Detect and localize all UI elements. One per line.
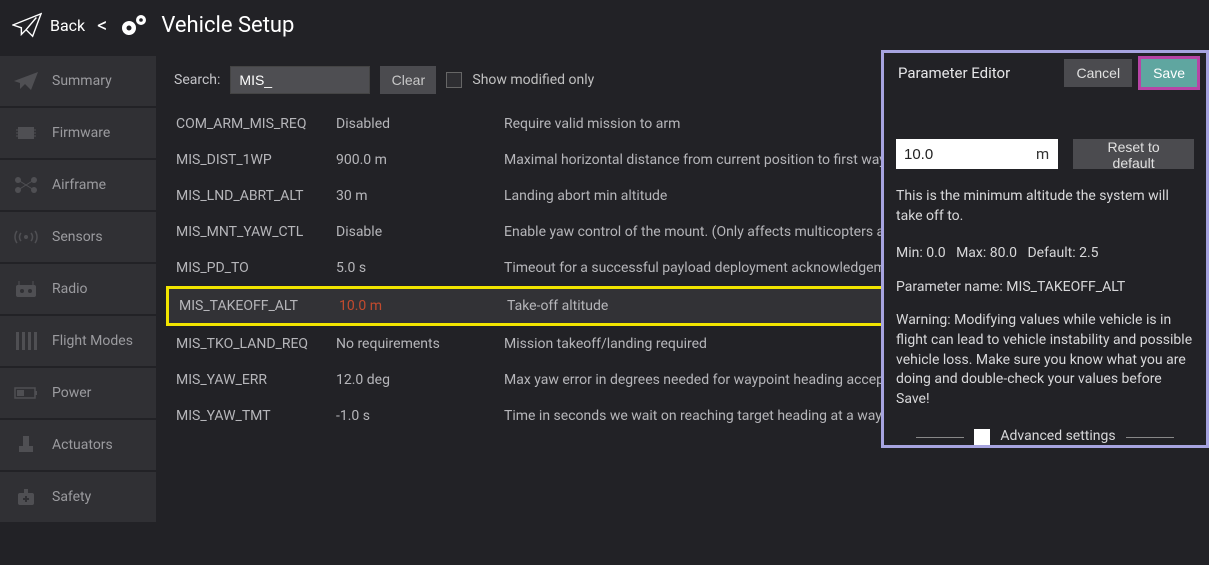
param-value: Disabled xyxy=(336,116,504,132)
sliders-icon xyxy=(10,325,42,357)
param-value: No requirements xyxy=(336,336,504,352)
param-name: MIS_MNT_YAW_CTL xyxy=(176,224,336,240)
sidebar-item-label: Radio xyxy=(52,281,88,297)
cancel-button[interactable]: Cancel xyxy=(1064,59,1132,87)
sidebar-item-label: Power xyxy=(52,385,91,401)
airframe-icon xyxy=(10,169,42,201)
param-warning: Warning: Modifying values while vehicle … xyxy=(896,311,1194,409)
sensors-icon xyxy=(10,221,42,253)
battery-icon xyxy=(10,377,42,409)
param-value: 30 m xyxy=(336,188,504,204)
param-name: MIS_YAW_TMT xyxy=(176,408,336,424)
clear-button[interactable]: Clear xyxy=(380,66,436,94)
sidebar-item-label: Safety xyxy=(52,489,91,505)
save-button[interactable]: Save xyxy=(1138,56,1200,90)
param-name: COM_ARM_MIS_REQ xyxy=(176,116,336,132)
param-name: MIS_YAW_ERR xyxy=(176,372,336,388)
gears-icon xyxy=(119,12,149,38)
sidebar-item-label: Sensors xyxy=(52,229,103,245)
sidebar-item-power[interactable]: Power xyxy=(0,368,156,418)
param-name: MIS_TKO_LAND_REQ xyxy=(176,336,336,352)
parameter-editor-panel: Parameter Editor Cancel Save m Reset to … xyxy=(881,50,1209,448)
advanced-settings-checkbox[interactable] xyxy=(974,429,990,445)
param-name: MIS_PD_TO xyxy=(176,260,336,276)
param-name: MIS_DIST_1WP xyxy=(176,152,336,168)
param-value: 10.0 m xyxy=(339,298,507,314)
radio-icon xyxy=(10,273,42,305)
param-value: Disable xyxy=(336,224,504,240)
sidebar-item-flight-modes[interactable]: Flight Modes xyxy=(0,316,156,366)
page-title: Vehicle Setup xyxy=(161,13,294,38)
sidebar-item-label: Summary xyxy=(52,73,112,89)
advanced-settings-label: Advanced settings xyxy=(1000,427,1115,447)
sidebar: Summary Firmware Airframe Sensors Radio … xyxy=(0,50,156,565)
sidebar-item-airframe[interactable]: Airframe xyxy=(0,160,156,210)
safety-icon xyxy=(10,481,42,513)
value-input[interactable] xyxy=(896,139,1058,169)
show-modified-label: Show modified only xyxy=(472,72,594,88)
sidebar-item-actuators[interactable]: Actuators xyxy=(0,420,156,470)
sidebar-item-label: Flight Modes xyxy=(52,333,133,349)
sidebar-item-sensors[interactable]: Sensors xyxy=(0,212,156,262)
topbar: Back < Vehicle Setup xyxy=(0,0,1209,50)
sidebar-item-label: Airframe xyxy=(52,177,106,193)
back-button[interactable]: Back xyxy=(50,16,85,35)
sidebar-item-summary[interactable]: Summary xyxy=(0,56,156,106)
search-input[interactable] xyxy=(230,66,370,94)
paper-plane-icon xyxy=(12,11,42,39)
back-chevron-icon: < xyxy=(97,13,107,37)
param-value: 900.0 m xyxy=(336,152,504,168)
editor-title: Parameter Editor xyxy=(898,64,1058,82)
show-modified-checkbox[interactable] xyxy=(446,72,462,88)
value-unit: m xyxy=(1036,144,1049,165)
actuators-icon xyxy=(10,429,42,461)
param-value: 12.0 deg xyxy=(336,372,504,388)
sidebar-item-label: Firmware xyxy=(52,125,110,141)
chip-icon xyxy=(10,117,42,149)
search-label: Search: xyxy=(174,72,220,88)
sidebar-item-firmware[interactable]: Firmware xyxy=(0,108,156,158)
sidebar-item-radio[interactable]: Radio xyxy=(0,264,156,314)
sidebar-item-label: Actuators xyxy=(52,437,113,453)
advanced-settings-row: Advanced settings xyxy=(896,427,1194,447)
param-meta: Min: 0.0 Max: 80.0 Default: 2.5 xyxy=(896,244,1194,264)
param-name: MIS_LND_ABRT_ALT xyxy=(176,188,336,204)
reset-to-default-button[interactable]: Reset to default xyxy=(1073,139,1194,169)
param-name: MIS_TAKEOFF_ALT xyxy=(179,298,339,314)
editor-header: Parameter Editor Cancel Save xyxy=(884,53,1206,93)
param-value: 5.0 s xyxy=(336,260,504,276)
param-name-label: Parameter name: MIS_TAKEOFF_ALT xyxy=(896,278,1194,298)
sidebar-item-safety[interactable]: Safety xyxy=(0,472,156,522)
param-value: -1.0 s xyxy=(336,408,504,424)
plane-icon xyxy=(10,65,42,97)
param-description: This is the minimum altitude the system … xyxy=(896,187,1194,226)
